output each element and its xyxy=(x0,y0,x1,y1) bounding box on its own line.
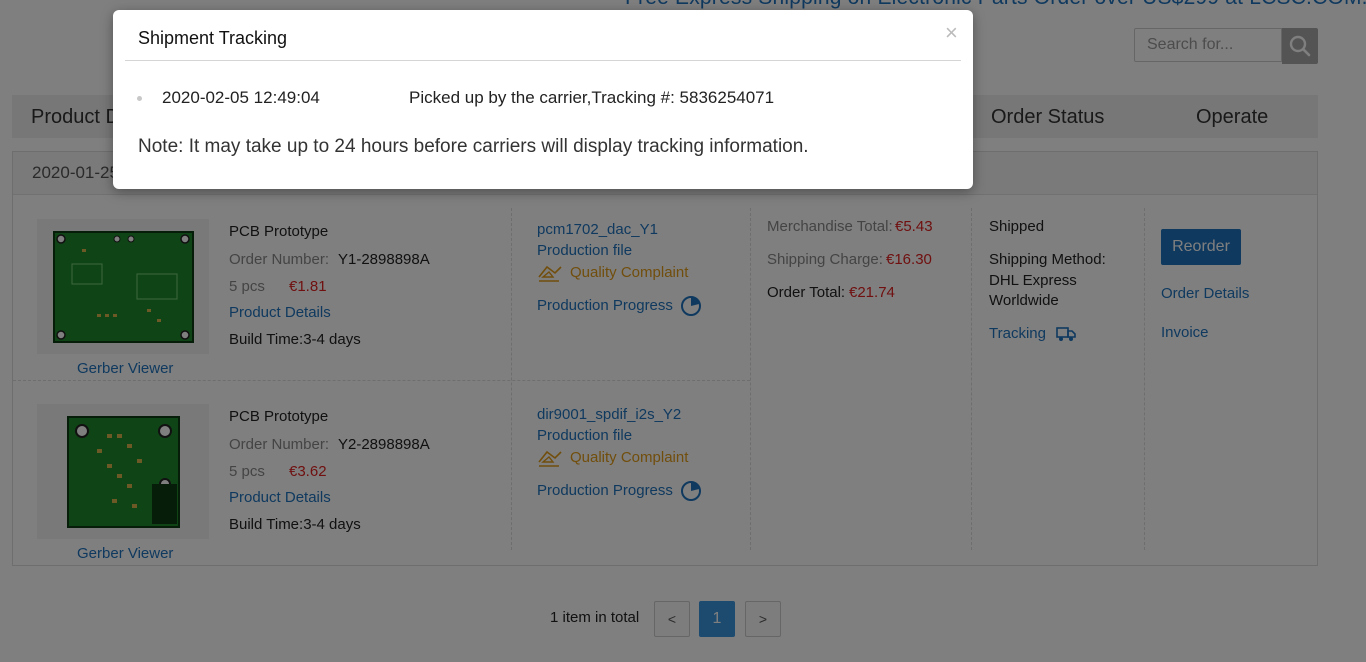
tracking-event-time: 2020-02-05 12:49:04 xyxy=(162,88,320,107)
timeline-dot xyxy=(137,96,142,101)
dialog-divider xyxy=(125,60,961,61)
close-icon[interactable]: × xyxy=(945,20,958,46)
dialog-title: Shipment Tracking xyxy=(138,28,288,48)
tracking-note: Note: It may take up to 24 hours before … xyxy=(138,136,809,157)
tracking-event-message: Picked up by the carrier,Tracking #: 583… xyxy=(409,88,775,107)
shipment-tracking-dialog: Shipment Tracking × 2020-02-05 12:49:04 … xyxy=(113,10,973,189)
